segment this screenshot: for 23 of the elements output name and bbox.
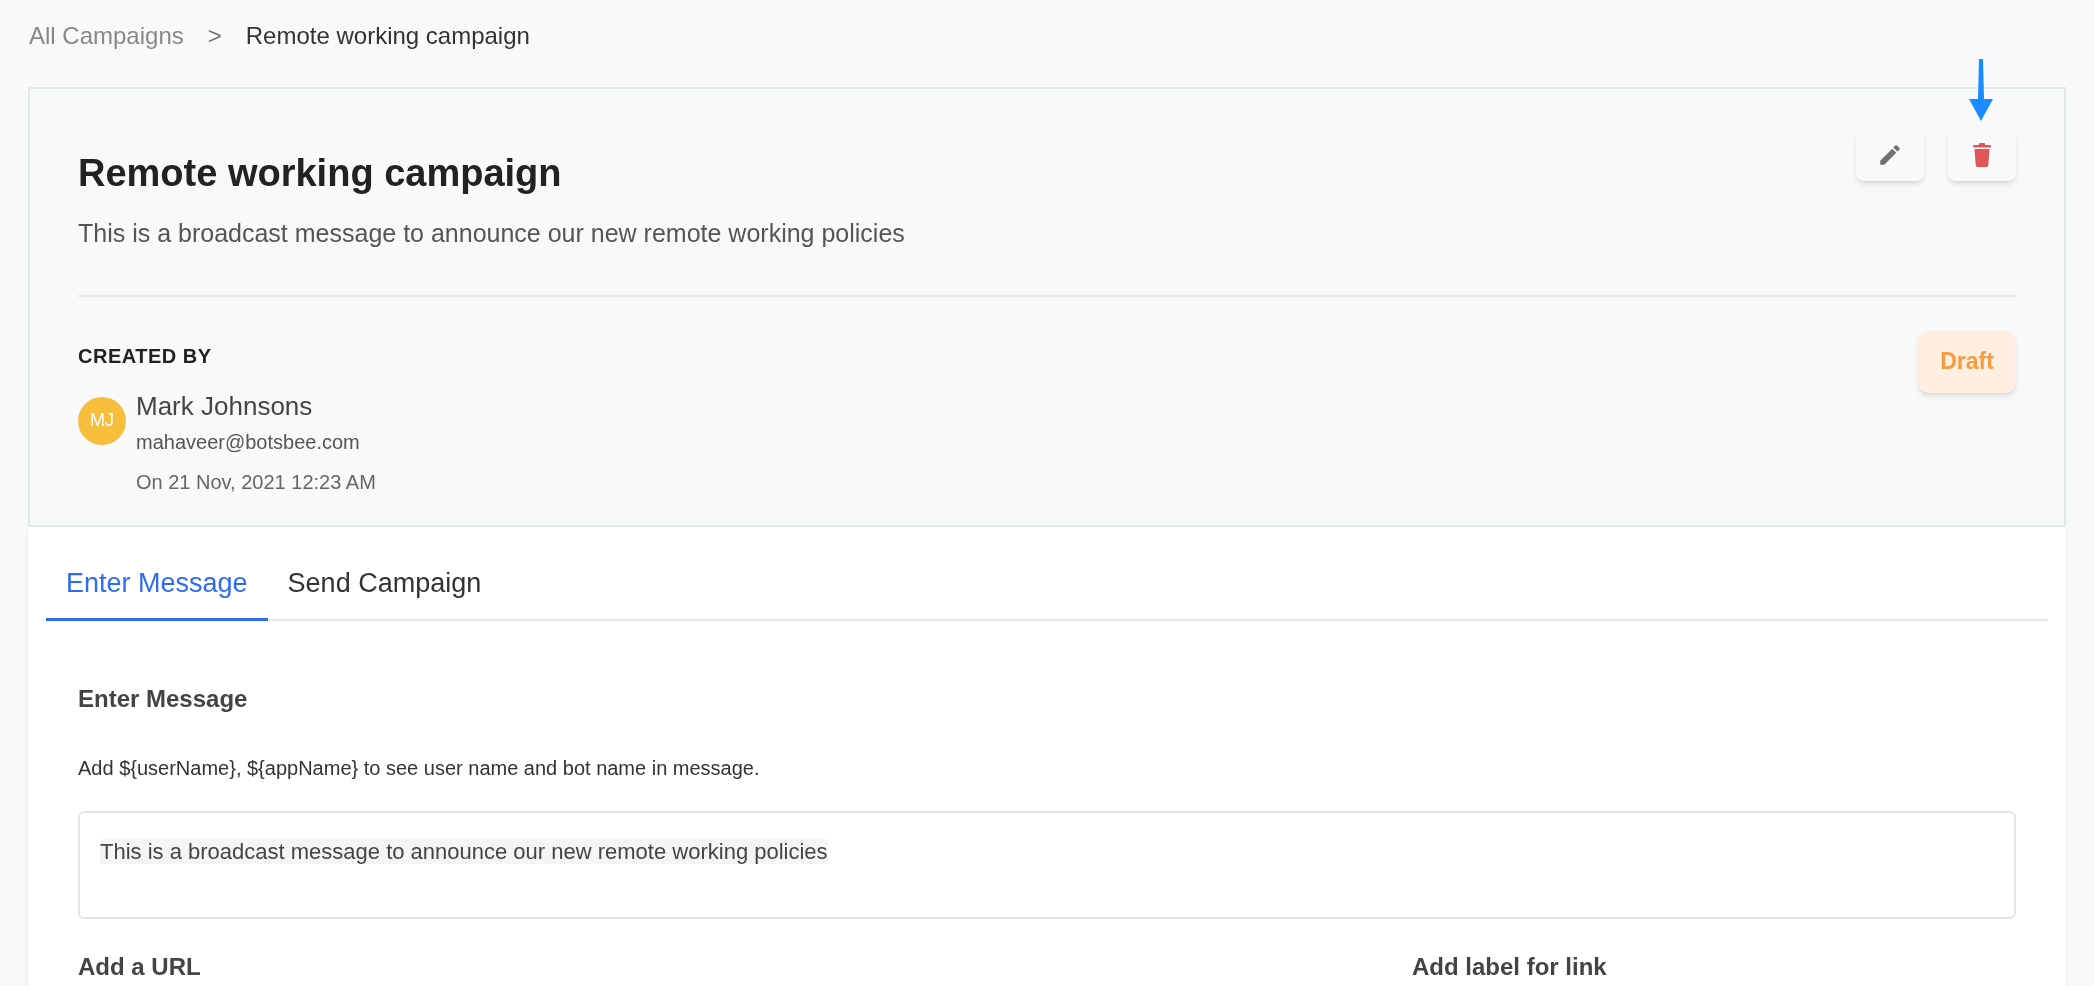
- campaign-title: Remote working campaign: [78, 151, 563, 196]
- down-arrow-icon: [1968, 59, 1994, 121]
- edit-button[interactable]: [1856, 129, 1924, 181]
- trash-icon: [1972, 143, 1992, 167]
- section-heading: Enter Message: [78, 683, 249, 714]
- pencil-icon: [1877, 142, 1903, 168]
- tab[interactable]: Send Campaign: [267, 563, 502, 621]
- link-label: Add label for link: [1412, 951, 1607, 982]
- creator-email: mahaveer@botsbee.com: [136, 429, 361, 455]
- tab[interactable]: Enter Message: [46, 563, 268, 621]
- message-field[interactable]: This is a broadcast message to announce our new remote working policies: [78, 810, 2016, 919]
- campaign-description: This is a broadcast message to announce our new remote working policies: [78, 218, 905, 249]
- hint-text: Add ${userName}, ${appName} to see user name and bot name in message.: [78, 755, 761, 781]
- status-badge: Draft: [1918, 330, 2016, 393]
- breadcrumb-separator: >: [207, 21, 222, 51]
- avatar: MJ: [78, 396, 126, 445]
- created-by-label: CREATED BY: [78, 343, 213, 369]
- created-date: On 21 Nov, 2021 12:23 AM: [136, 469, 376, 495]
- delete-button[interactable]: [1948, 129, 2016, 181]
- breadcrumb-current: Remote working campaign: [245, 21, 530, 51]
- message-text: This is a broadcast message to announce our new remote working policies: [100, 838, 828, 864]
- creator-name: Mark Johnsons: [136, 389, 314, 423]
- url-label: Add a URL: [78, 951, 202, 982]
